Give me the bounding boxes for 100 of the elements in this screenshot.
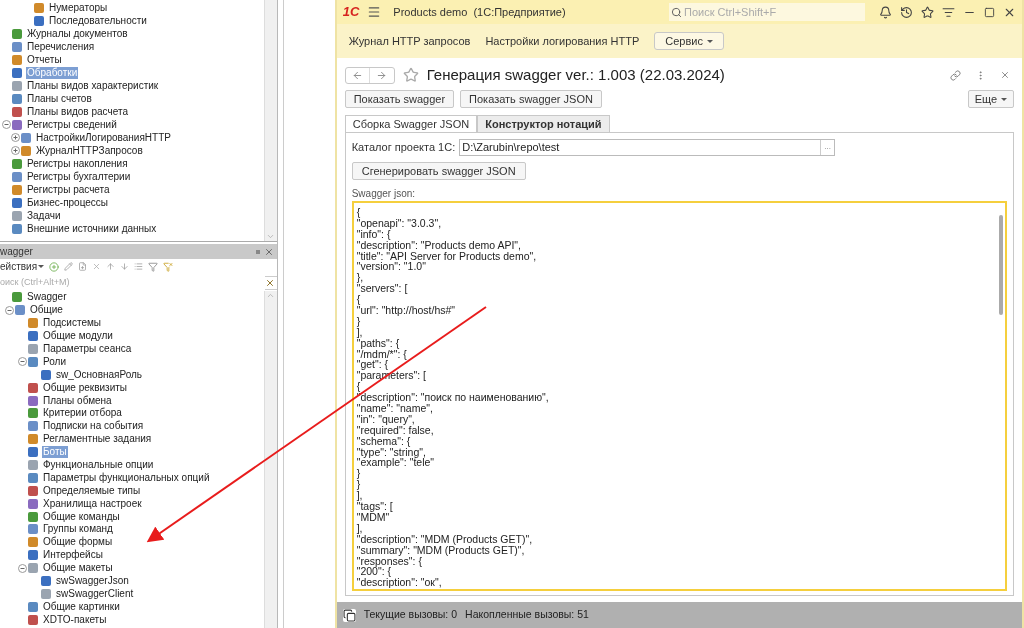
tile-icon bbox=[28, 524, 38, 535]
collapse-icon[interactable] bbox=[1, 120, 11, 129]
service-menu-button[interactable]: Сервис bbox=[654, 32, 724, 50]
tree-item[interactable]: Планы видов характеристик bbox=[26, 79, 160, 92]
json-field[interactable] bbox=[351, 201, 1007, 591]
tree-item[interactable]: Функциональные опции bbox=[42, 459, 155, 471]
tile-icon bbox=[28, 344, 38, 354]
field-label: Каталог проекта 1С: bbox=[351, 139, 456, 155]
tree-item[interactable]: Подписки на события bbox=[42, 420, 145, 433]
tree-item[interactable]: Регистры накопления bbox=[26, 157, 129, 170]
tab[interactable]: Сборка Swagger JSON bbox=[344, 115, 478, 133]
tree-item[interactable]: Общие модули bbox=[42, 330, 114, 343]
tree-item[interactable]: Интерфейсы bbox=[42, 549, 104, 562]
list-icon[interactable] bbox=[134, 262, 144, 271]
tree-item[interactable]: Общие формы bbox=[42, 536, 114, 549]
tree-item[interactable]: Регламентные задания bbox=[42, 433, 153, 446]
tile-icon bbox=[28, 395, 38, 406]
section-link[interactable]: Настройки логирования HTTP bbox=[485, 32, 640, 50]
tile-icon bbox=[28, 511, 38, 522]
tree-item[interactable]: Регистры расчета bbox=[26, 183, 111, 196]
tree-item[interactable]: Нумераторы bbox=[48, 1, 109, 14]
tile-icon bbox=[34, 2, 44, 13]
caret-icon bbox=[706, 39, 713, 43]
tree-item[interactable]: Подсистемы bbox=[42, 317, 103, 330]
more-menu-button[interactable]: Еще bbox=[967, 90, 1014, 108]
filter-icon[interactable] bbox=[148, 261, 159, 272]
tree-item[interactable]: Задачи bbox=[26, 209, 62, 222]
link-icon[interactable] bbox=[950, 69, 961, 81]
favorite-icon[interactable] bbox=[402, 67, 419, 83]
tree-item[interactable]: Планы обмена bbox=[42, 394, 113, 407]
tree-item[interactable]: Общие макеты bbox=[42, 562, 114, 575]
tree-item[interactable]: Роли bbox=[42, 355, 67, 368]
windows-icon[interactable] bbox=[342, 608, 356, 622]
app-logo: 1С bbox=[342, 3, 360, 22]
tree-item[interactable]: ЖурналHTTPЗапросов bbox=[35, 144, 144, 157]
tab[interactable]: Конструктор нотаций bbox=[477, 115, 610, 133]
menu-lines-icon[interactable] bbox=[942, 5, 955, 19]
generate-button[interactable]: Сгенерировать swagger JSON bbox=[351, 162, 526, 180]
expand-icon[interactable] bbox=[10, 133, 20, 142]
catalog-field[interactable]: D:\Zarubin\repo\test ... bbox=[459, 138, 836, 156]
code-line: "info": { bbox=[356, 228, 391, 240]
tree-item[interactable]: Планы счетов bbox=[26, 92, 93, 105]
tree-item[interactable]: XDTO-пакеты bbox=[42, 613, 108, 626]
tree-item[interactable]: НастройкиЛогированияHTTP bbox=[35, 131, 172, 144]
tile-icon bbox=[28, 485, 38, 496]
tree-item[interactable]: Регистры сведений bbox=[26, 118, 118, 131]
scrollbar[interactable] bbox=[263, 0, 277, 241]
menu-icon[interactable] bbox=[367, 5, 382, 19]
expand-icon[interactable] bbox=[10, 146, 20, 155]
tree-item[interactable]: Хранилища настроек bbox=[42, 497, 143, 510]
code-line: "url": "http://host/hs#" bbox=[356, 305, 457, 316]
tree-item[interactable]: Группы команд bbox=[42, 523, 114, 536]
collapse-icon[interactable] bbox=[4, 305, 14, 315]
history-icon[interactable] bbox=[900, 5, 913, 19]
scroll-down-icon[interactable] bbox=[266, 232, 276, 241]
tree-item[interactable]: Параметры сеанса bbox=[42, 343, 133, 355]
tree-item[interactable]: Внешние источники данных bbox=[26, 222, 158, 235]
code-line: "title": "API Server for Products demo", bbox=[356, 250, 538, 262]
bell-icon[interactable] bbox=[879, 5, 892, 19]
tree-item[interactable]: Планы видов расчета bbox=[26, 105, 129, 118]
pin-icon[interactable] bbox=[255, 249, 260, 254]
tree-item[interactable]: Журналы документов bbox=[26, 27, 129, 40]
collapse-icon[interactable] bbox=[17, 357, 27, 367]
section-link[interactable]: Журнал HTTP запросов bbox=[348, 32, 471, 50]
add-icon[interactable] bbox=[49, 261, 60, 272]
tree-item[interactable]: Общие команды bbox=[42, 510, 121, 523]
tree-item[interactable]: Бизнес-процессы bbox=[26, 196, 110, 209]
clear-filter-icon[interactable] bbox=[163, 261, 174, 272]
collapse-icon[interactable] bbox=[17, 563, 27, 573]
tree-item[interactable]: Последовательности bbox=[48, 14, 148, 27]
tree-item[interactable]: Swagger bbox=[26, 291, 68, 304]
tree-item[interactable]: swSwaggerClient bbox=[55, 587, 135, 600]
tree-item[interactable]: sw_ОсновнаяРоль bbox=[55, 368, 144, 381]
tree-item[interactable]: Общие реквизиты bbox=[42, 381, 128, 394]
code-line: "summary": "MDM (Products GET)", bbox=[356, 544, 525, 556]
tree-item[interactable]: Регистры бухгалтерии bbox=[26, 170, 132, 183]
tree-item[interactable]: Отчеты bbox=[26, 53, 63, 66]
scrollbar[interactable] bbox=[263, 291, 277, 628]
actions-menu[interactable]: ействия bbox=[0, 259, 38, 274]
edit-icon[interactable] bbox=[64, 262, 74, 271]
tree-item[interactable]: Перечисления bbox=[26, 40, 96, 53]
search-field[interactable]: оиск (Ctrl+Alt+M) bbox=[0, 276, 265, 290]
copy-icon[interactable] bbox=[78, 262, 88, 271]
action-button[interactable]: Показать swagger bbox=[344, 90, 455, 108]
move-down-icon[interactable] bbox=[120, 262, 130, 271]
move-up-icon[interactable] bbox=[106, 262, 116, 271]
tree-item[interactable]: Критерии отбора bbox=[42, 407, 123, 420]
tree-item[interactable]: swSwaggerJson bbox=[55, 575, 130, 588]
code-line: ], bbox=[356, 326, 364, 338]
action-button[interactable]: Показать swagger JSON bbox=[460, 90, 602, 108]
browse-button[interactable]: ... bbox=[820, 139, 835, 155]
delete-icon[interactable] bbox=[92, 262, 102, 271]
tree-item[interactable]: Общие bbox=[29, 304, 64, 317]
maximize-icon[interactable] bbox=[984, 6, 995, 18]
tree-item[interactable]: Параметры функциональных опций bbox=[42, 471, 211, 484]
tile-icon bbox=[28, 447, 38, 458]
tree-item[interactable]: Общие картинки bbox=[42, 600, 121, 613]
tree-item[interactable]: Определяемые типы bbox=[42, 484, 142, 497]
star-icon[interactable] bbox=[921, 5, 934, 19]
code-line: "paths": { bbox=[356, 337, 401, 349]
